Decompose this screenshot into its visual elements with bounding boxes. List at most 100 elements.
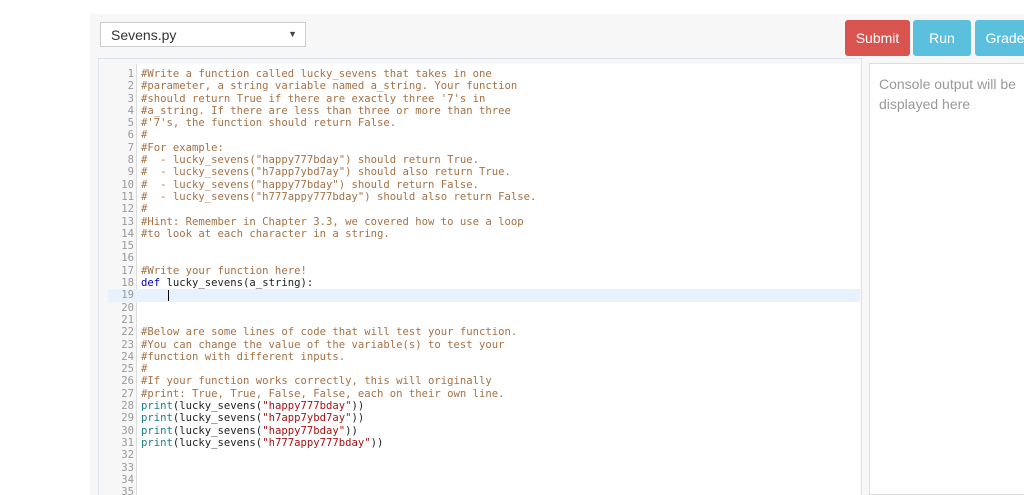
line-number: 9: [127, 166, 134, 179]
code-line[interactable]: 9 # - lucky_sevens("h7app7ybd7ay") should…: [108, 166, 860, 178]
line-number: 11: [121, 190, 134, 203]
line-number: 4: [127, 104, 134, 117]
code-token-plain: (lucky_sevens(: [172, 424, 263, 437]
line-number: 1: [127, 68, 134, 80]
code-line[interactable]: 32: [108, 449, 860, 461]
chevron-down-icon: ▼: [288, 29, 297, 39]
code-text: print(lucky_sevens("h7app7ybd7ay")): [141, 412, 364, 424]
code-text: # - lucky_sevens("happy77bday") should r…: [141, 179, 479, 191]
code-line[interactable]: 23 #You can change the value of the varia…: [108, 339, 860, 351]
code-text: #You can change the value of the variabl…: [141, 339, 505, 351]
code-text: def lucky_sevens(a_string):: [141, 277, 313, 289]
code-token-comment: #Hint: Remember in Chapter 3.3, we cover…: [141, 215, 524, 228]
code-text: #Hint: Remember in Chapter 3.3, we cover…: [141, 216, 524, 228]
line-number: 20: [121, 301, 134, 314]
code-token-plain: (lucky_sevens(: [172, 400, 263, 413]
text-cursor: [168, 290, 169, 302]
code-text: print(lucky_sevens("happy77bday")): [141, 425, 358, 437]
code-line[interactable]: 1 #Write a function called lucky_sevens t…: [108, 68, 860, 80]
code-line[interactable]: 26 #If your function works correctly, thi…: [108, 375, 860, 387]
code-text: #print: True, True, False, False, each o…: [141, 388, 505, 400]
code-token-builtin: print: [141, 436, 173, 449]
grade-button[interactable]: Grade: [975, 20, 1024, 56]
run-button[interactable]: Run: [913, 20, 971, 56]
code-token-str: "h777appy777bday": [262, 436, 371, 449]
code-token-str: "happy77bday": [262, 424, 346, 437]
code-line[interactable]: 30 print(lucky_sevens("happy77bday")): [108, 425, 860, 437]
code-line[interactable]: 21: [108, 314, 860, 326]
code-token-comment: # - lucky_sevens("happy777bday") should …: [141, 154, 480, 167]
code-line[interactable]: 6 #: [108, 129, 860, 141]
code-text: #If your function works correctly, this …: [141, 375, 492, 387]
code-token-comment: #should return True if there are exactly…: [141, 92, 486, 105]
code-token-comment: #parameter, a string variable named a_st…: [141, 80, 518, 93]
code-line[interactable]: 17 #Write your function here!: [108, 265, 860, 277]
code-text: # - lucky_sevens("h777appy777bday") shou…: [141, 191, 536, 203]
code-line[interactable]: 25 #: [108, 363, 860, 375]
code-line[interactable]: 8 # - lucky_sevens("happy777bday") should…: [108, 154, 860, 166]
submit-button[interactable]: Submit: [845, 20, 910, 56]
code-line[interactable]: 18 def lucky_sevens(a_string):: [108, 277, 860, 289]
code-line[interactable]: 28 print(lucky_sevens("happy777bday")): [108, 400, 860, 412]
code-line[interactable]: 10 # - lucky_sevens("happy77bday") should…: [108, 179, 860, 191]
line-number: 22: [121, 326, 134, 339]
code-line[interactable]: 13 #Hint: Remember in Chapter 3.3, we cov…: [108, 216, 860, 228]
code-token-comment: #function with different inputs.: [141, 350, 346, 363]
code-line[interactable]: 3 #should return True if there are exactl…: [108, 93, 860, 105]
code-token-builtin: print: [141, 424, 173, 437]
code-line[interactable]: 19: [108, 289, 860, 302]
code-line[interactable]: 34: [108, 474, 860, 486]
code-token-plain: )): [351, 412, 365, 425]
code-text: #: [141, 203, 147, 215]
code-line[interactable]: 2 #parameter, a string variable named a_s…: [108, 80, 860, 92]
code-line[interactable]: 22 #Below are some lines of code that wil…: [108, 326, 860, 338]
code-text: #'7's, the function should return False.: [141, 117, 396, 129]
code-token-builtin: print: [141, 400, 173, 413]
code-line[interactable]: 16: [108, 252, 860, 264]
line-number: 10: [121, 178, 134, 191]
code-line[interactable]: 35: [108, 486, 860, 495]
code-text: # - lucky_sevens("h7app7ybd7ay") should …: [141, 166, 511, 178]
code-token-comment: #For example:: [141, 141, 224, 154]
line-number: 26: [121, 375, 134, 388]
code-token-comment: #If your function works correctly, this …: [141, 375, 492, 388]
code-line[interactable]: 7 #For example:: [108, 142, 860, 154]
line-number: 7: [127, 141, 134, 154]
code-token-comment: #: [141, 363, 148, 376]
code-lines[interactable]: 1 #Write a function called lucky_sevens t…: [108, 68, 860, 495]
line-number: 30: [121, 424, 134, 437]
code-line[interactable]: 15: [108, 240, 860, 252]
code-line[interactable]: 4 #a_string. If there are less than three…: [108, 105, 860, 117]
code-token-comment: #Write your function here!: [141, 264, 307, 277]
code-line[interactable]: 5 #'7's, the function should return False…: [108, 117, 860, 129]
code-token-comment: #Below are some lines of code that will …: [141, 326, 518, 339]
code-text: #Write a function called lucky_sevens th…: [141, 68, 492, 80]
code-line[interactable]: 11 # - lucky_sevens("h777appy777bday") sh…: [108, 191, 860, 203]
line-number: 2: [127, 80, 134, 93]
code-token-comment: #print: True, True, False, False, each o…: [141, 387, 505, 400]
code-line[interactable]: 12 #: [108, 203, 860, 215]
line-number: 16: [121, 252, 134, 265]
code-token-plain: )): [345, 424, 358, 437]
file-select-value: Sevens.py: [111, 27, 177, 43]
code-token-plain: )): [370, 436, 384, 449]
code-line[interactable]: 29 print(lucky_sevens("h7app7ybd7ay")): [108, 412, 860, 424]
code-line[interactable]: 31 print(lucky_sevens("h777appy777bday")): [108, 437, 860, 449]
code-editor[interactable]: 1 #Write a function called lucky_sevens t…: [108, 64, 860, 495]
code-token-str: "h7app7ybd7ay": [262, 412, 352, 425]
file-select[interactable]: Sevens.py ▼: [100, 22, 306, 47]
code-line[interactable]: 20: [108, 302, 860, 314]
code-line[interactable]: 33: [108, 462, 860, 474]
code-text: #Write your function here!: [141, 265, 307, 277]
code-line[interactable]: 27 #print: True, True, False, False, each…: [108, 388, 860, 400]
code-token-comment: #You can change the value of the variabl…: [141, 338, 505, 351]
line-number: 29: [121, 412, 134, 425]
code-text: # - lucky_sevens("happy777bday") should …: [141, 154, 479, 166]
code-line[interactable]: 14 #to look at each character in a string…: [108, 228, 860, 240]
code-line[interactable]: 24 #function with different inputs.: [108, 351, 860, 363]
line-number: 24: [121, 350, 134, 363]
line-number: 8: [127, 154, 134, 167]
line-number: 27: [121, 387, 134, 400]
code-token-comment: #'7's, the function should return False.: [141, 117, 397, 130]
